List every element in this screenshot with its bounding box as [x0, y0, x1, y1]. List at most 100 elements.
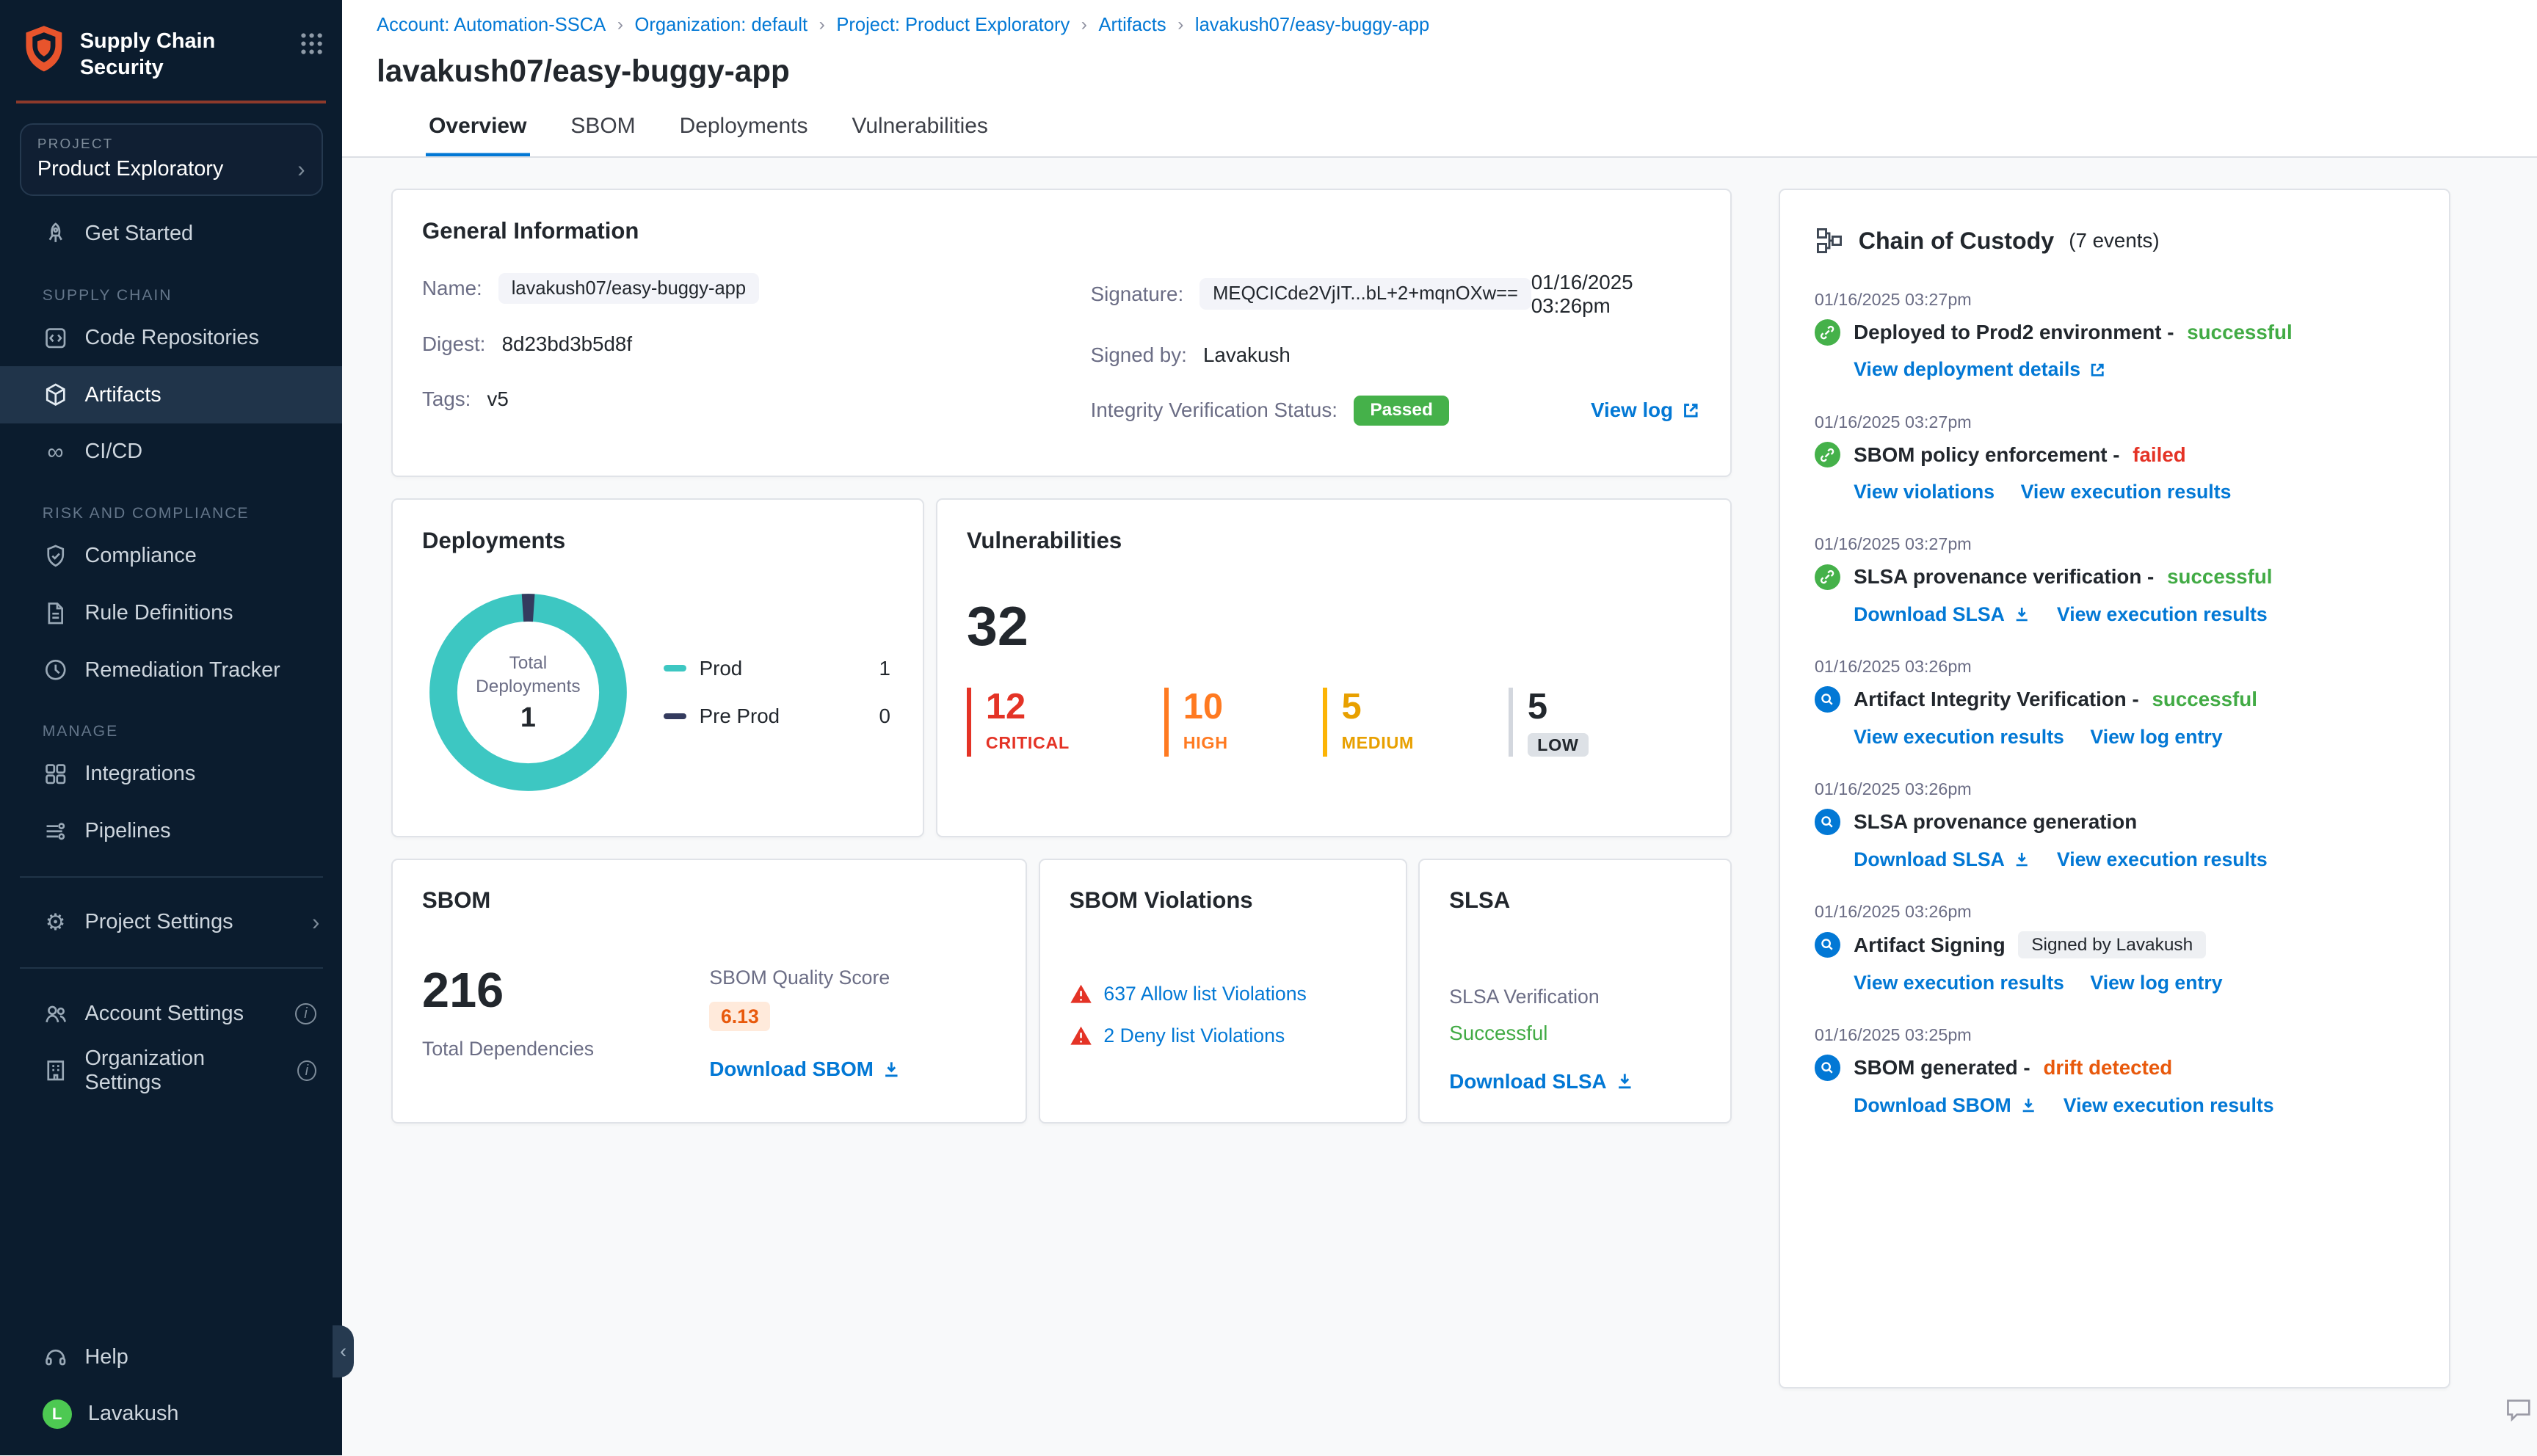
- sidebar-item-rule-definitions[interactable]: Rule Definitions: [0, 585, 342, 642]
- view-execution-results-link[interactable]: View execution results: [2057, 603, 2268, 626]
- breadcrumb-item[interactable]: Organization: default: [635, 15, 808, 36]
- page-title: lavakush07/easy-buggy-app: [377, 54, 790, 89]
- tab-sbom[interactable]: SBOM: [567, 114, 639, 156]
- sidebar-item-label: Integrations: [84, 762, 196, 786]
- slsa-verification-status: Successful: [1449, 1021, 1548, 1044]
- donut-center-label: Total Deployments: [476, 652, 581, 696]
- view-violations-link[interactable]: View violations: [1854, 481, 1995, 503]
- sidebar-item-label: Compliance: [84, 544, 197, 568]
- custody-event: 01/16/2025 03:27pm SLSA provenance verif…: [1814, 534, 2415, 626]
- feedback-bubble-icon[interactable]: [2505, 1397, 2533, 1423]
- chain-events-count: (7 events): [2069, 229, 2160, 252]
- slsa-generation-icon: [1814, 809, 1841, 835]
- content-area: General Information Name: lavakush07/eas…: [342, 158, 2537, 1455]
- view-log-link[interactable]: View log: [1591, 398, 1701, 422]
- tab-deployments[interactable]: Deployments: [676, 114, 811, 156]
- info-icon[interactable]: i: [295, 1002, 316, 1024]
- sidebar-nav: Get Started SUPPLY CHAIN Code Repositori…: [0, 205, 343, 1099]
- sidebar-item-label: Project Settings: [84, 910, 233, 934]
- view-log-entry-link[interactable]: View log entry: [2090, 972, 2222, 994]
- breadcrumb-item[interactable]: Artifacts: [1098, 15, 1166, 36]
- overview-column: General Information Name: lavakush07/eas…: [391, 189, 1732, 1423]
- sidebar-collapse-button[interactable]: ‹: [333, 1325, 354, 1377]
- custody-event: 01/16/2025 03:27pm SBOM policy enforceme…: [1814, 412, 2415, 504]
- card-title: SBOM Violations: [1069, 887, 1253, 914]
- allow-list-violations-link[interactable]: 637 Allow list Violations: [1103, 983, 1306, 1005]
- sidebar-item-compliance[interactable]: Compliance: [0, 528, 342, 585]
- view-execution-results-link[interactable]: View execution results: [2057, 848, 2268, 871]
- event-timestamp: 01/16/2025 03:26pm: [1814, 779, 1972, 798]
- view-log-entry-link[interactable]: View log entry: [2090, 726, 2222, 749]
- brand-row: Supply Chain Security: [0, 0, 342, 94]
- vulnerabilities-card: Vulnerabilities 32 12 CRITICAL 10 HIGH 5…: [935, 498, 1732, 837]
- tab-overview[interactable]: Overview: [426, 114, 530, 156]
- download-sbom-link[interactable]: Download SBOM: [1854, 1094, 2037, 1117]
- download-sbom-link[interactable]: Download SBOM: [709, 1058, 901, 1081]
- view-execution-results-link[interactable]: View execution results: [2021, 481, 2232, 503]
- view-execution-results-link[interactable]: View execution results: [1854, 972, 2064, 994]
- download-slsa-link[interactable]: Download SLSA: [1854, 603, 2030, 626]
- sidebar-item-integrations[interactable]: Integrations: [0, 746, 342, 803]
- tab-vulnerabilities[interactable]: Vulnerabilities: [849, 114, 991, 156]
- sbom-quality-score-value: 6.13: [709, 1002, 771, 1032]
- sidebar-item-get-started[interactable]: Get Started: [0, 205, 342, 263]
- project-selector[interactable]: PROJECT Product Exploratory ›: [19, 123, 323, 196]
- external-link-icon: [1684, 403, 1698, 418]
- breadcrumb-item[interactable]: lavakush07/easy-buggy-app: [1195, 15, 1429, 36]
- sidebar-item-label: CI/CD: [84, 440, 143, 464]
- download-slsa-link[interactable]: Download SLSA: [1854, 848, 2030, 871]
- sbom-quality-score-label: SBOM Quality Score: [709, 966, 890, 989]
- name-label: Name:: [422, 277, 482, 300]
- sidebar-item-organization-settings[interactable]: Organization Settings i: [0, 1042, 342, 1099]
- artifacts-cube-icon: [43, 382, 69, 408]
- sidebar-item-project-settings[interactable]: ⚙ Project Settings ›: [0, 894, 342, 951]
- custody-event: 01/16/2025 03:26pm SLSA provenance gener…: [1814, 779, 2415, 871]
- sidebar-item-remediation-tracker[interactable]: Remediation Tracker: [0, 641, 342, 699]
- deny-list-violations-link[interactable]: 2 Deny list Violations: [1103, 1024, 1285, 1047]
- view-deployment-details-link[interactable]: View deployment details: [1854, 358, 2106, 381]
- info-icon[interactable]: i: [297, 1060, 316, 1082]
- sidebar-item-help[interactable]: Help: [0, 1328, 342, 1386]
- user-name: Lavakush: [87, 1402, 179, 1426]
- cicd-infinity-icon: ∞: [47, 439, 64, 465]
- prod-color-swatch: [663, 665, 686, 672]
- download-icon: [2016, 852, 2028, 867]
- severity-breakdown: 12 CRITICAL 10 HIGH 5 MEDIUM 5 LOW: [966, 687, 1701, 757]
- nav-divider: [19, 967, 323, 969]
- warning-icon: [1070, 1027, 1092, 1046]
- sidebar-item-cicd[interactable]: ∞ CI/CD: [0, 423, 342, 481]
- page-header: Account: Automation-SSCA › Organization:…: [342, 0, 2537, 159]
- breadcrumb-item[interactable]: Project: Product Exploratory: [836, 15, 1070, 36]
- sidebar-item-label: Organization Settings: [84, 1046, 206, 1095]
- app-title-line1: Supply Chain: [79, 29, 216, 53]
- sidebar-item-label: Artifacts: [84, 382, 161, 407]
- sidebar-item-artifacts[interactable]: Artifacts: [0, 366, 343, 424]
- card-title: General Information: [422, 218, 639, 244]
- view-execution-results-link[interactable]: View execution results: [1854, 726, 2064, 749]
- sidebar-item-account-settings[interactable]: Account Settings i: [0, 985, 342, 1042]
- integrations-grid-icon: [43, 761, 69, 787]
- breadcrumb-item[interactable]: Account: Automation-SSCA: [377, 15, 606, 36]
- tab-bar: Overview SBOM Deployments Vulnerabilitie…: [426, 114, 2503, 156]
- download-slsa-link[interactable]: Download SLSA: [1449, 1070, 1634, 1093]
- sidebar-item-pipelines[interactable]: Pipelines: [0, 803, 342, 860]
- headset-help-icon: [43, 1344, 69, 1370]
- preprod-color-swatch: [663, 713, 686, 720]
- module-switcher-icon[interactable]: [300, 32, 323, 55]
- sidebar-item-label: Pipelines: [84, 819, 171, 843]
- nav-divider: [19, 876, 323, 878]
- slsa-verify-link-icon: [1814, 564, 1841, 591]
- preprod-count: 0: [879, 705, 890, 728]
- prod-count: 1: [879, 656, 890, 680]
- custody-event-list: 01/16/2025 03:27pm Deployed to Prod2 env…: [1814, 290, 2415, 1117]
- sidebar-user[interactable]: L Lavakush: [0, 1386, 342, 1443]
- custody-event: 01/16/2025 03:26pm Artifact Integrity Ve…: [1814, 657, 2415, 749]
- deployments-donut-chart: Total Deployments 1: [429, 593, 628, 792]
- event-timestamp: 01/16/2025 03:27pm: [1814, 534, 1972, 554]
- pipelines-icon: [43, 818, 69, 845]
- view-execution-results-link[interactable]: View execution results: [2064, 1094, 2274, 1117]
- event-timestamp: 01/16/2025 03:25pm: [1814, 1024, 1972, 1044]
- vulnerabilities-total: 32: [966, 595, 1028, 658]
- breadcrumb-separator: ›: [1177, 15, 1184, 35]
- sidebar-item-code-repositories[interactable]: Code Repositories: [0, 310, 342, 367]
